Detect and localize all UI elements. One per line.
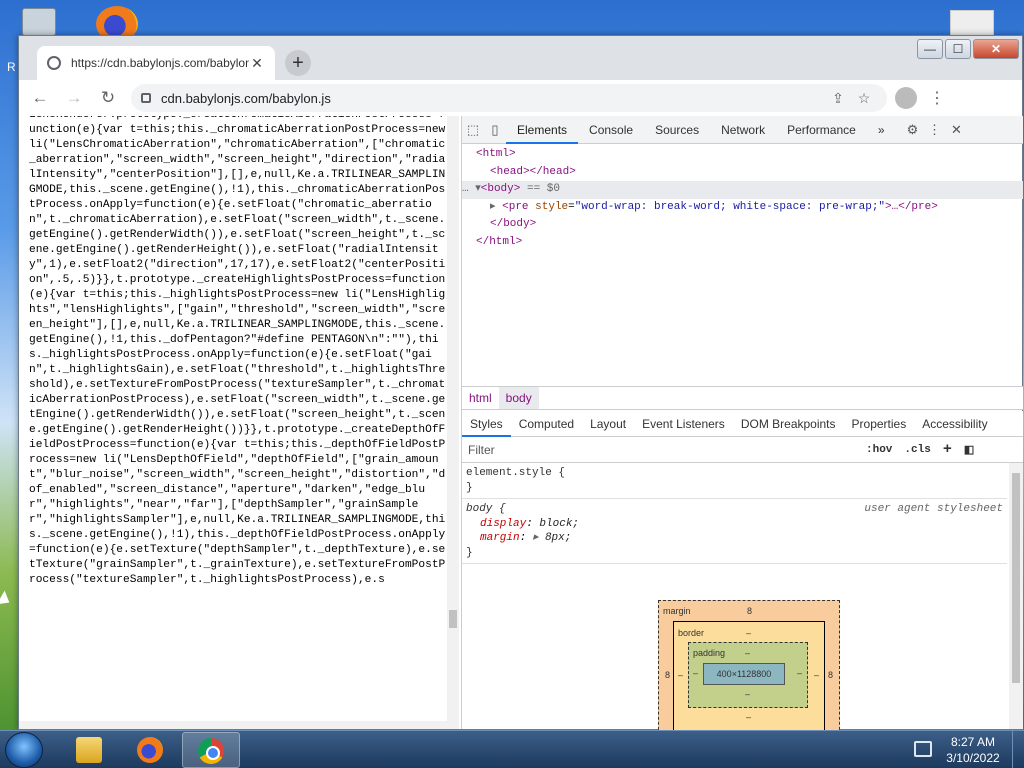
minimize-button[interactable]: —: [917, 39, 943, 59]
source-view: LensRenderer.prototype._createChromaticA…: [29, 116, 449, 723]
share-icon[interactable]: ⇪: [825, 90, 851, 107]
cls-button[interactable]: .cls: [898, 444, 936, 456]
recycle-bin-icon[interactable]: [22, 8, 56, 36]
tab-network[interactable]: Network: [710, 116, 776, 144]
dom-node-pre[interactable]: ▸ <pre style="word-wrap: break-word; whi…: [462, 199, 1023, 217]
taskbar-chrome-button[interactable]: [182, 732, 240, 768]
start-button[interactable]: [5, 732, 43, 768]
reload-icon[interactable]: ↻: [95, 85, 121, 111]
taskbar-firefox-button[interactable]: [121, 732, 179, 768]
profile-avatar-icon[interactable]: [895, 87, 917, 109]
new-tab-button[interactable]: +: [285, 50, 311, 76]
tab-properties[interactable]: Properties: [844, 411, 915, 437]
toggle-sidebar-icon[interactable]: ◧: [958, 443, 980, 457]
breadcrumb-body[interactable]: body: [498, 387, 539, 409]
scrollbar-thumb[interactable]: [449, 610, 457, 628]
forward-arrow-icon[interactable]: →: [61, 85, 87, 111]
devtools-tabbar: ⬚ ▯ Elements Console Sources Network Per…: [462, 116, 1023, 144]
dom-node-html[interactable]: <html>: [462, 146, 1023, 164]
star-icon[interactable]: ☆: [851, 90, 877, 107]
tab-strip: https://cdn.babylonjs.com/babylon.js ✕ +…: [19, 36, 1022, 80]
dom-node-head[interactable]: <head></head>: [462, 164, 1023, 182]
tab-styles[interactable]: Styles: [462, 411, 511, 437]
dom-node-body[interactable]: … ▾<body> == $0: [462, 181, 1023, 199]
show-desktop-button[interactable]: [1012, 731, 1024, 768]
lock-icon[interactable]: [141, 93, 151, 103]
browser-tab[interactable]: https://cdn.babylonjs.com/babylon.js ✕: [37, 46, 275, 80]
device-toolbar-icon[interactable]: ▯: [484, 122, 506, 138]
element-style-rule[interactable]: element.style { }: [462, 463, 1007, 499]
globe-icon: [47, 56, 61, 70]
close-window-button[interactable]: ✕: [973, 39, 1019, 59]
inspect-element-icon[interactable]: ⬚: [462, 122, 484, 138]
tab-dom-breakpoints[interactable]: DOM Breakpoints: [733, 411, 844, 437]
box-model-padding[interactable]: padding – – – – 400×1128800: [688, 642, 808, 708]
page-horizontal-scrollbar[interactable]: [19, 721, 459, 729]
devtools-menu-icon[interactable]: ⋮: [924, 122, 946, 138]
close-devtools-icon[interactable]: ✕: [946, 122, 968, 138]
body-style-rule[interactable]: user agent stylesheet body { display: blo…: [462, 499, 1007, 564]
breadcrumb-html[interactable]: html: [462, 387, 499, 409]
chrome-window: https://cdn.babylonjs.com/babylon.js ✕ +…: [18, 35, 1023, 740]
back-arrow-icon[interactable]: ←: [27, 85, 53, 111]
menu-dots-icon[interactable]: ⋮: [929, 88, 945, 108]
dom-tree: <html> <head></head> … ▾<body> == $0 ▸ <…: [462, 144, 1023, 386]
box-model-margin[interactable]: margin 8 8 8 border – – – – padding – –: [658, 600, 840, 740]
more-tabs-button[interactable]: »: [867, 116, 896, 144]
new-rule-button[interactable]: +: [937, 441, 958, 458]
tab-event-listeners[interactable]: Event Listeners: [634, 411, 733, 437]
gear-icon[interactable]: ⚙: [902, 122, 924, 138]
mouse-cursor-icon: [0, 590, 14, 610]
devtools-panel: ⬚ ▯ Elements Console Sources Network Per…: [461, 116, 1023, 740]
scrollbar-thumb[interactable]: [1012, 473, 1020, 683]
maximize-button[interactable]: ☐: [945, 39, 971, 59]
box-model-content[interactable]: 400×1128800: [703, 663, 785, 685]
clock-time: 8:27 AM: [950, 735, 996, 749]
dom-node-body-close[interactable]: </body>: [462, 216, 1023, 234]
tab-sources[interactable]: Sources: [644, 116, 710, 144]
breadcrumb: html body: [462, 386, 1023, 410]
styles-scrollbar[interactable]: [1009, 463, 1023, 729]
tab-close-icon[interactable]: ✕: [249, 55, 265, 72]
firefox-icon: [137, 737, 163, 763]
chrome-icon: [198, 738, 224, 764]
url-text[interactable]: cdn.babylonjs.com/babylon.js: [161, 91, 825, 106]
tab-title: https://cdn.babylonjs.com/babylon.js: [71, 56, 249, 70]
box-model-diagram: margin 8 8 8 border – – – – padding – –: [658, 600, 840, 740]
tab-accessibility[interactable]: Accessibility: [914, 411, 995, 437]
taskbar-explorer-button[interactable]: [60, 732, 118, 768]
styles-subtabs: Styles Computed Layout Event Listeners D…: [462, 411, 1023, 437]
tab-console[interactable]: Console: [578, 116, 644, 144]
browser-toolbar: ← → ↻ cdn.babylonjs.com/babylon.js ⇪ ☆ ⋮: [19, 80, 1022, 116]
dom-node-html-close[interactable]: </html>: [462, 234, 1023, 252]
page-scrollbar[interactable]: [447, 116, 459, 723]
clock-date: 3/10/2022: [946, 751, 1000, 765]
address-bar[interactable]: cdn.babylonjs.com/babylon.js ⇪ ☆: [131, 84, 887, 112]
filter-input[interactable]: [462, 437, 860, 462]
network-icon[interactable]: [914, 741, 932, 757]
page-content: LensRenderer.prototype._createChromaticA…: [19, 116, 1023, 740]
system-clock[interactable]: 8:27 AM 3/10/2022: [940, 734, 1006, 766]
tab-layout[interactable]: Layout: [582, 411, 634, 437]
rule-source: user agent stylesheet: [864, 503, 1003, 515]
tab-performance[interactable]: Performance: [776, 116, 867, 144]
tab-elements[interactable]: Elements: [506, 116, 579, 144]
box-model-border[interactable]: border – – – – padding – – – – 400×11288…: [673, 621, 825, 731]
taskbar: 8:27 AM 3/10/2022: [0, 730, 1024, 768]
hov-button[interactable]: :hov: [860, 444, 898, 456]
source-code-text: LensRenderer.prototype._createChromaticA…: [29, 116, 446, 586]
folder-icon: [76, 737, 102, 763]
styles-filter-bar: :hov .cls + ◧: [462, 437, 1023, 463]
tab-computed[interactable]: Computed: [511, 411, 582, 437]
